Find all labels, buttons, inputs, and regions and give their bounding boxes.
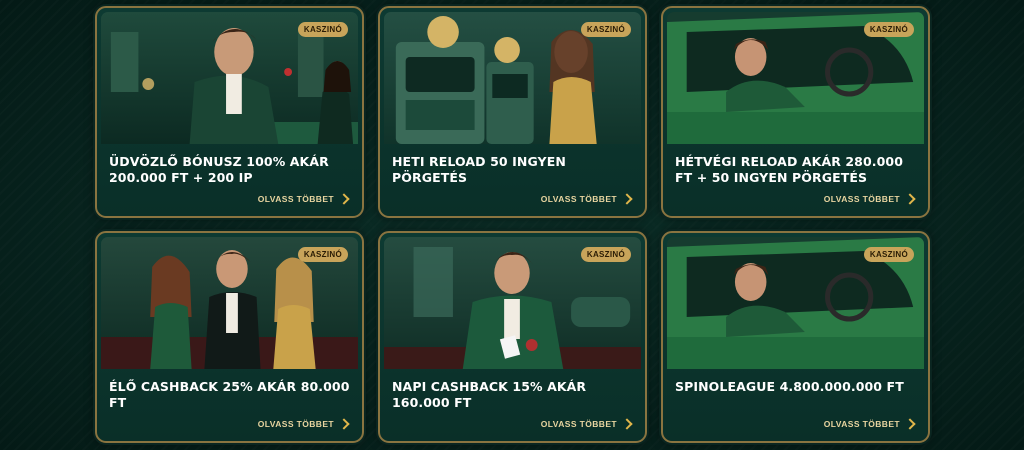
read-more-link[interactable]: OLVASS TÖBBET: [540, 418, 633, 430]
casino-badge: KASZINÓ: [297, 22, 348, 37]
promo-card-welcome-bonus[interactable]: KASZINÓ ÜDVÖZLŐ BÓNUSZ 100% AKÁR 200.000…: [95, 6, 364, 218]
casino-badge: KASZINÓ: [863, 247, 914, 262]
read-more-label: OLVASS TÖBBET: [823, 419, 900, 429]
read-more-link[interactable]: OLVASS TÖBBET: [257, 418, 350, 430]
read-more-label: OLVASS TÖBBET: [540, 194, 617, 204]
promo-card-live-cashback[interactable]: KASZINÓ ÉLŐ CASHBACK 25% AKÁR 80.000 FT …: [95, 231, 364, 443]
promo-title: HETI RELOAD 50 INGYEN PÖRGETÉS: [392, 154, 566, 185]
casino-man-image: KASZINÓ: [101, 12, 358, 144]
slot-machine-image: KASZINÓ: [384, 12, 641, 144]
chevron-right-icon: [621, 193, 633, 205]
casino-badge: KASZINÓ: [580, 22, 631, 37]
read-more-link[interactable]: OLVASS TÖBBET: [823, 418, 916, 430]
chevron-right-icon: [904, 193, 916, 205]
read-more-link[interactable]: OLVASS TÖBBET: [257, 193, 350, 205]
promo-card-spinoleague[interactable]: KASZINÓ SPINOLEAGUE 4.800.000.000 FT OLV…: [661, 231, 930, 443]
casino-badge: KASZINÓ: [297, 247, 348, 262]
promo-title: HÉTVÉGI RELOAD AKÁR 280.000 FT + 50 INGY…: [675, 154, 904, 185]
read-more-label: OLVASS TÖBBET: [257, 419, 334, 429]
casino-badge: KASZINÓ: [580, 247, 631, 262]
promotions-grid: KASZINÓ ÜDVÖZLŐ BÓNUSZ 100% AKÁR 200.000…: [95, 6, 931, 443]
chevron-right-icon: [904, 418, 916, 430]
promo-title: ÜDVÖZLŐ BÓNUSZ 100% AKÁR 200.000 FT + 20…: [109, 154, 329, 185]
promo-card-weekly-reload[interactable]: KASZINÓ HETI RELOAD 50 INGYEN PÖRGETÉS O…: [378, 6, 647, 218]
read-more-label: OLVASS TÖBBET: [257, 194, 334, 204]
read-more-label: OLVASS TÖBBET: [823, 194, 900, 204]
promo-title: SPINOLEAGUE 4.800.000.000 FT: [675, 379, 904, 394]
chevron-right-icon: [338, 418, 350, 430]
chevron-right-icon: [621, 418, 633, 430]
trio-image: KASZINÓ: [101, 237, 358, 369]
promo-title: NAPI CASHBACK 15% AKÁR 160.000 FT: [392, 379, 587, 410]
promo-card-daily-cashback[interactable]: KASZINÓ NAPI CASHBACK 15% AKÁR 160.000 F…: [378, 231, 647, 443]
promo-card-weekend-reload[interactable]: KASZINÓ HÉTVÉGI RELOAD AKÁR 280.000 FT +…: [661, 6, 930, 218]
card-player-image: KASZINÓ: [384, 237, 641, 369]
casino-badge: KASZINÓ: [863, 22, 914, 37]
read-more-link[interactable]: OLVASS TÖBBET: [540, 193, 633, 205]
car-driver-image: KASZINÓ: [667, 237, 924, 369]
read-more-link[interactable]: OLVASS TÖBBET: [823, 193, 916, 205]
promo-title: ÉLŐ CASHBACK 25% AKÁR 80.000 FT: [109, 379, 350, 410]
chevron-right-icon: [338, 193, 350, 205]
car-driver-image: KASZINÓ: [667, 12, 924, 144]
read-more-label: OLVASS TÖBBET: [540, 419, 617, 429]
